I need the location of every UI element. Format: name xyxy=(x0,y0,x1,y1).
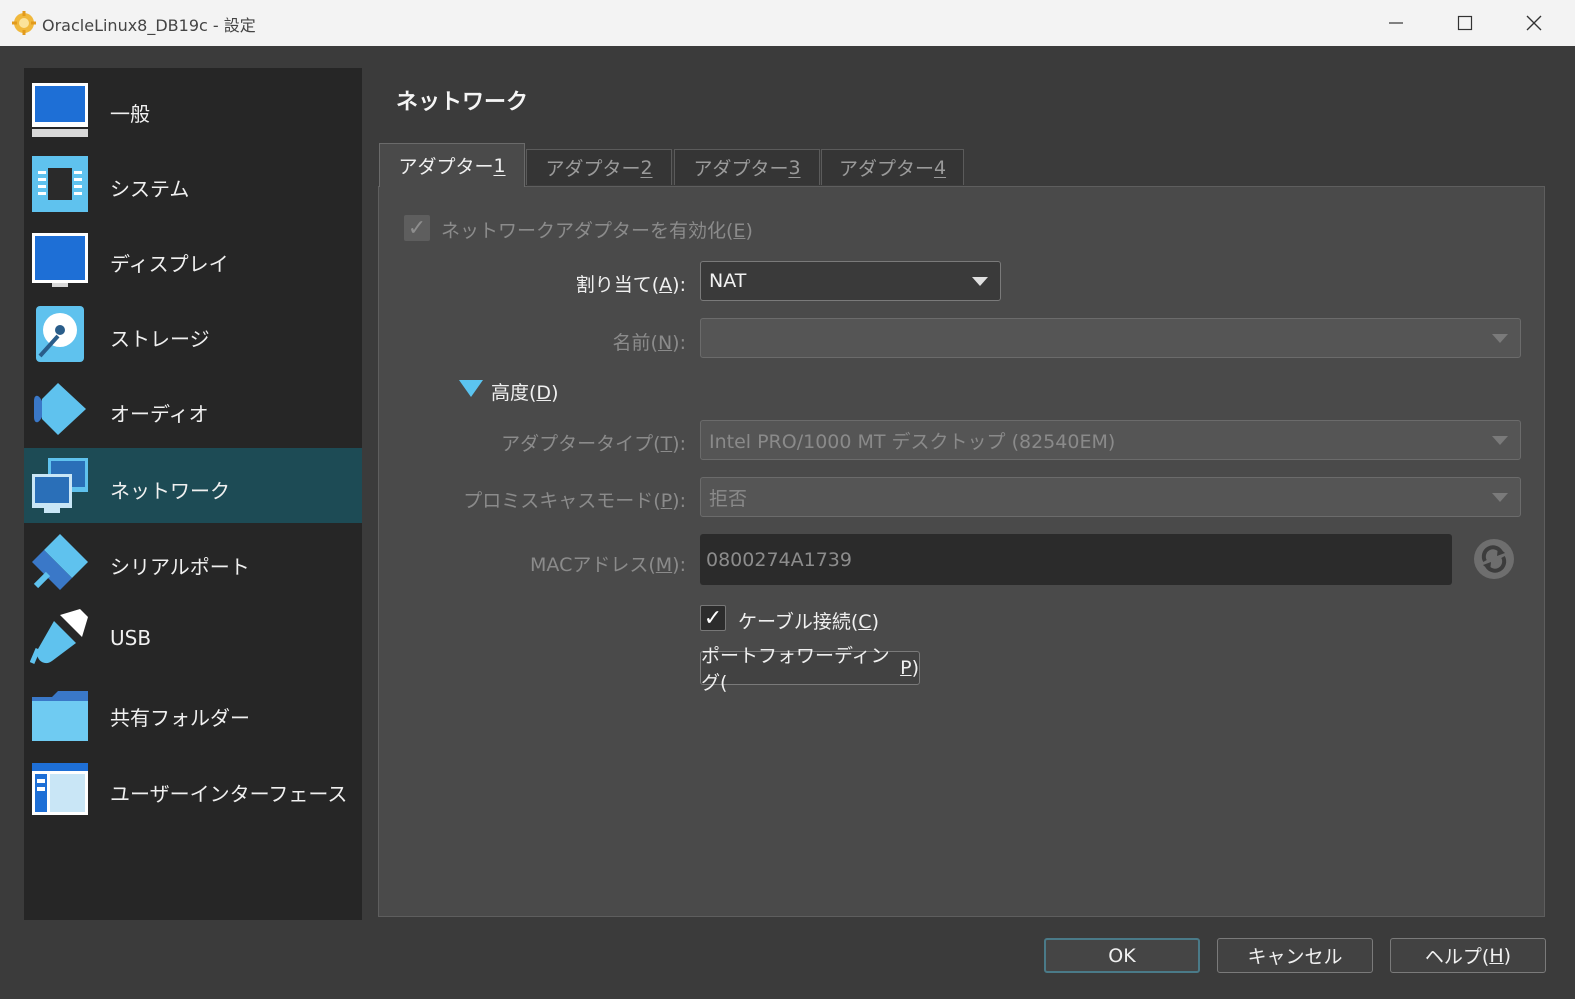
sidebar-item-system[interactable]: システム xyxy=(24,146,362,221)
port-forwarding-button[interactable]: ポートフォワーディング(P) xyxy=(700,645,920,694)
chevron-down-icon xyxy=(1492,334,1508,343)
attached-to-select[interactable]: NAT xyxy=(700,261,1001,301)
ok-button[interactable]: OK xyxy=(1044,938,1200,973)
maximize-button[interactable] xyxy=(1431,0,1499,46)
window-title: OracleLinux8_DB19c - 設定 xyxy=(42,16,256,35)
sidebar-item-user-interface[interactable]: ユーザーインターフェース xyxy=(24,751,362,826)
cable-connected-checkbox[interactable]: ✓ xyxy=(700,605,726,631)
minimize-icon xyxy=(1389,22,1403,24)
name-label: 名前(N): xyxy=(612,332,686,354)
enable-adapter-label: ネットワークアダプターを有効化(E) xyxy=(441,220,753,242)
chip-icon xyxy=(32,156,88,212)
tab-adapter-3[interactable]: アダプター 3 xyxy=(674,149,820,185)
mac-address-label: MACアドレス(M): xyxy=(530,554,686,576)
chevron-down-icon xyxy=(972,277,988,286)
title-bar: OracleLinux8_DB19c - 設定 xyxy=(0,0,1575,46)
folder-icon xyxy=(32,691,88,741)
close-button[interactable] xyxy=(1500,0,1568,46)
sidebar-item-usb[interactable]: USB xyxy=(24,599,362,674)
sidebar-item-shared-folders[interactable]: 共有フォルダー xyxy=(24,675,362,750)
advanced-section-label[interactable]: 高度(D) xyxy=(491,378,558,405)
sidebar-item-storage[interactable]: ストレージ xyxy=(24,296,362,371)
chevron-down-icon xyxy=(1492,436,1508,445)
minimize-button[interactable] xyxy=(1362,0,1430,46)
sidebar-item-audio[interactable]: オーディオ xyxy=(24,371,362,446)
sidebar-item-display[interactable]: ディスプレイ xyxy=(24,221,362,296)
cable-connected-label: ケーブル接続(C) xyxy=(738,611,879,633)
sidebar-item-network[interactable]: ネットワーク xyxy=(24,448,362,523)
sidebar-item-serial-port[interactable]: シリアルポート xyxy=(24,524,362,599)
name-select[interactable] xyxy=(700,318,1521,358)
promiscuous-mode-select[interactable]: 拒否 xyxy=(700,477,1521,517)
cancel-button[interactable]: キャンセル xyxy=(1217,938,1373,973)
settings-gear-icon xyxy=(12,11,36,35)
sidebar-item-general[interactable]: 一般 xyxy=(24,71,362,146)
refresh-icon xyxy=(1481,545,1507,573)
mac-address-input[interactable]: 0800274A1739 xyxy=(700,534,1452,585)
close-icon xyxy=(1526,15,1542,31)
serial-cable-icon xyxy=(32,534,88,590)
settings-sidebar: 一般 システム ディスプレイ ストレージ オーディオ ネットワーク シリアルポー… xyxy=(24,68,362,920)
enable-adapter-checkbox[interactable]: ✓ xyxy=(404,215,430,241)
adapter-type-label: アダプタータイプ(T): xyxy=(501,433,686,455)
tab-adapter-2[interactable]: アダプター 2 xyxy=(526,149,672,185)
usb-icon xyxy=(30,609,88,664)
tab-adapter-4[interactable]: アダプター 4 xyxy=(821,149,964,185)
window-layout-icon xyxy=(32,763,88,815)
promiscuous-mode-label: プロミスキャスモード(P): xyxy=(463,490,686,512)
adapter-type-select[interactable]: Intel PRO/1000 MT デスクトップ (82540EM) xyxy=(700,420,1521,460)
maximize-icon xyxy=(1457,15,1473,31)
network-icon xyxy=(32,458,88,513)
help-button[interactable]: ヘルプ(H) xyxy=(1390,938,1546,973)
chevron-down-icon xyxy=(1492,493,1508,502)
attached-to-label: 割り当て(A): xyxy=(575,274,686,296)
speaker-icon xyxy=(34,383,86,435)
disk-icon xyxy=(36,306,84,362)
page-title: ネットワーク xyxy=(396,90,529,115)
regenerate-mac-button[interactable] xyxy=(1474,539,1514,579)
general-monitor-icon xyxy=(32,83,88,137)
advanced-expand-triangle-icon[interactable] xyxy=(459,380,483,398)
tab-adapter-1[interactable]: アダプター 1 xyxy=(379,143,525,187)
monitor-icon xyxy=(32,233,88,287)
